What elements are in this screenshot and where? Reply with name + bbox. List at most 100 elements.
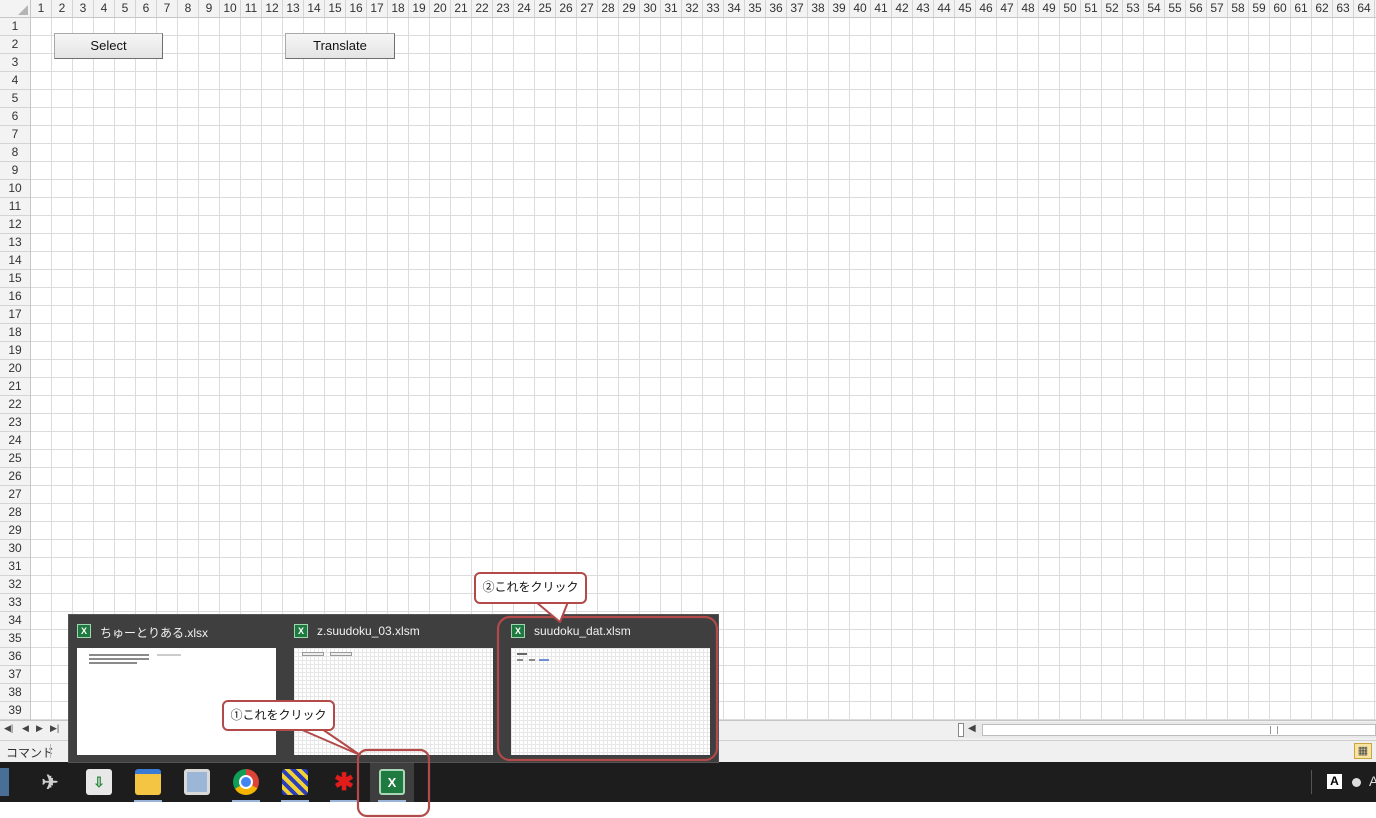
- row-header[interactable]: 30: [0, 540, 30, 558]
- row-header[interactable]: 11: [0, 198, 30, 216]
- first-sheet-arrow-icon[interactable]: ◀|: [4, 723, 13, 734]
- prev-sheet-arrow-icon[interactable]: ◀: [22, 723, 29, 734]
- column-header[interactable]: 50: [1060, 0, 1081, 17]
- column-header[interactable]: 19: [409, 0, 430, 17]
- column-header[interactable]: 5: [115, 0, 136, 17]
- column-header[interactable]: 14: [304, 0, 325, 17]
- row-header[interactable]: 19: [0, 342, 30, 360]
- row-header[interactable]: 7: [0, 126, 30, 144]
- column-header[interactable]: 47: [997, 0, 1018, 17]
- preview-window-2[interactable]: X suudoku_dat.xlsm: [503, 615, 718, 762]
- file-explorer-icon[interactable]: [126, 762, 170, 802]
- column-header[interactable]: 21: [451, 0, 472, 17]
- preview-window-0[interactable]: X ちゅーとりある.xlsx: [69, 615, 284, 762]
- sudoku-app-icon[interactable]: [273, 762, 317, 802]
- column-header[interactable]: 48: [1018, 0, 1039, 17]
- row-header[interactable]: 12: [0, 216, 30, 234]
- column-header[interactable]: 58: [1228, 0, 1249, 17]
- column-header[interactable]: 44: [934, 0, 955, 17]
- adobe-tray-icon[interactable]: A: [1327, 774, 1342, 789]
- column-header[interactable]: 32: [682, 0, 703, 17]
- column-header[interactable]: 24: [514, 0, 535, 17]
- row-header[interactable]: 37: [0, 666, 30, 684]
- select-all-corner[interactable]: [0, 0, 31, 18]
- row-header[interactable]: 2: [0, 36, 30, 54]
- red-splash-icon[interactable]: ✱: [322, 762, 366, 802]
- column-header[interactable]: 46: [976, 0, 997, 17]
- column-header[interactable]: 38: [808, 0, 829, 17]
- column-header[interactable]: 39: [829, 0, 850, 17]
- column-header[interactable]: 57: [1207, 0, 1228, 17]
- column-header[interactable]: 11: [241, 0, 262, 17]
- row-header[interactable]: 3: [0, 54, 30, 72]
- row-header[interactable]: 6: [0, 108, 30, 126]
- column-header[interactable]: 6: [136, 0, 157, 17]
- column-header[interactable]: 56: [1186, 0, 1207, 17]
- column-header[interactable]: 63: [1333, 0, 1354, 17]
- row-header[interactable]: 5: [0, 90, 30, 108]
- column-header[interactable]: 64: [1354, 0, 1375, 17]
- column-header[interactable]: 34: [724, 0, 745, 17]
- chrome-icon[interactable]: [224, 762, 268, 802]
- column-header[interactable]: 49: [1039, 0, 1060, 17]
- column-header[interactable]: 59: [1249, 0, 1270, 17]
- column-header[interactable]: 26: [556, 0, 577, 17]
- column-header[interactable]: 45: [955, 0, 976, 17]
- last-sheet-arrow-icon[interactable]: ▶|: [50, 723, 59, 734]
- monitor-icon[interactable]: [175, 762, 219, 802]
- column-header[interactable]: 30: [640, 0, 661, 17]
- column-header[interactable]: 52: [1102, 0, 1123, 17]
- row-header[interactable]: 32: [0, 576, 30, 594]
- column-header[interactable]: 20: [430, 0, 451, 17]
- column-header[interactable]: 55: [1165, 0, 1186, 17]
- column-header[interactable]: 27: [577, 0, 598, 17]
- column-header[interactable]: 53: [1123, 0, 1144, 17]
- row-header[interactable]: 21: [0, 378, 30, 396]
- row-header[interactable]: 24: [0, 432, 30, 450]
- row-header[interactable]: 17: [0, 306, 30, 324]
- row-header[interactable]: 23: [0, 414, 30, 432]
- row-header[interactable]: 27: [0, 486, 30, 504]
- row-header[interactable]: 4: [0, 72, 30, 90]
- row-header[interactable]: 8: [0, 144, 30, 162]
- row-header[interactable]: 38: [0, 684, 30, 702]
- preview-thumbnail[interactable]: [511, 648, 710, 755]
- row-header[interactable]: 29: [0, 522, 30, 540]
- column-header[interactable]: 36: [766, 0, 787, 17]
- row-header[interactable]: 14: [0, 252, 30, 270]
- column-header[interactable]: 17: [367, 0, 388, 17]
- column-header[interactable]: 13: [283, 0, 304, 17]
- folder-download-icon[interactable]: ⇩: [77, 762, 121, 802]
- column-header[interactable]: 9: [199, 0, 220, 17]
- column-header[interactable]: 16: [346, 0, 367, 17]
- column-header[interactable]: 33: [703, 0, 724, 17]
- column-header[interactable]: 41: [871, 0, 892, 17]
- column-header[interactable]: 18: [388, 0, 409, 17]
- row-header[interactable]: 13: [0, 234, 30, 252]
- excel-icon[interactable]: X: [370, 762, 414, 802]
- column-header[interactable]: 7: [157, 0, 178, 17]
- preview-window-1[interactable]: X z.suudoku_03.xlsm: [286, 615, 501, 762]
- row-header[interactable]: 35: [0, 630, 30, 648]
- scroll-thumb[interactable]: [982, 724, 1376, 736]
- split-handle[interactable]: [958, 723, 964, 737]
- next-sheet-arrow-icon[interactable]: ▶: [36, 723, 43, 734]
- column-header[interactable]: 60: [1270, 0, 1291, 17]
- row-header[interactable]: 18: [0, 324, 30, 342]
- row-header[interactable]: 10: [0, 180, 30, 198]
- row-header[interactable]: 26: [0, 468, 30, 486]
- column-header[interactable]: 37: [787, 0, 808, 17]
- row-header[interactable]: 1: [0, 18, 30, 36]
- row-header[interactable]: 28: [0, 504, 30, 522]
- row-header[interactable]: 34: [0, 612, 30, 630]
- row-header[interactable]: 15: [0, 270, 30, 288]
- row-header[interactable]: 39: [0, 702, 30, 720]
- column-header[interactable]: 40: [850, 0, 871, 17]
- column-header[interactable]: 12: [262, 0, 283, 17]
- row-header[interactable]: 31: [0, 558, 30, 576]
- column-header[interactable]: 15: [325, 0, 346, 17]
- normal-view-icon[interactable]: ▦: [1354, 743, 1372, 759]
- column-header[interactable]: 43: [913, 0, 934, 17]
- column-header[interactable]: 4: [94, 0, 115, 17]
- column-header[interactable]: 25: [535, 0, 556, 17]
